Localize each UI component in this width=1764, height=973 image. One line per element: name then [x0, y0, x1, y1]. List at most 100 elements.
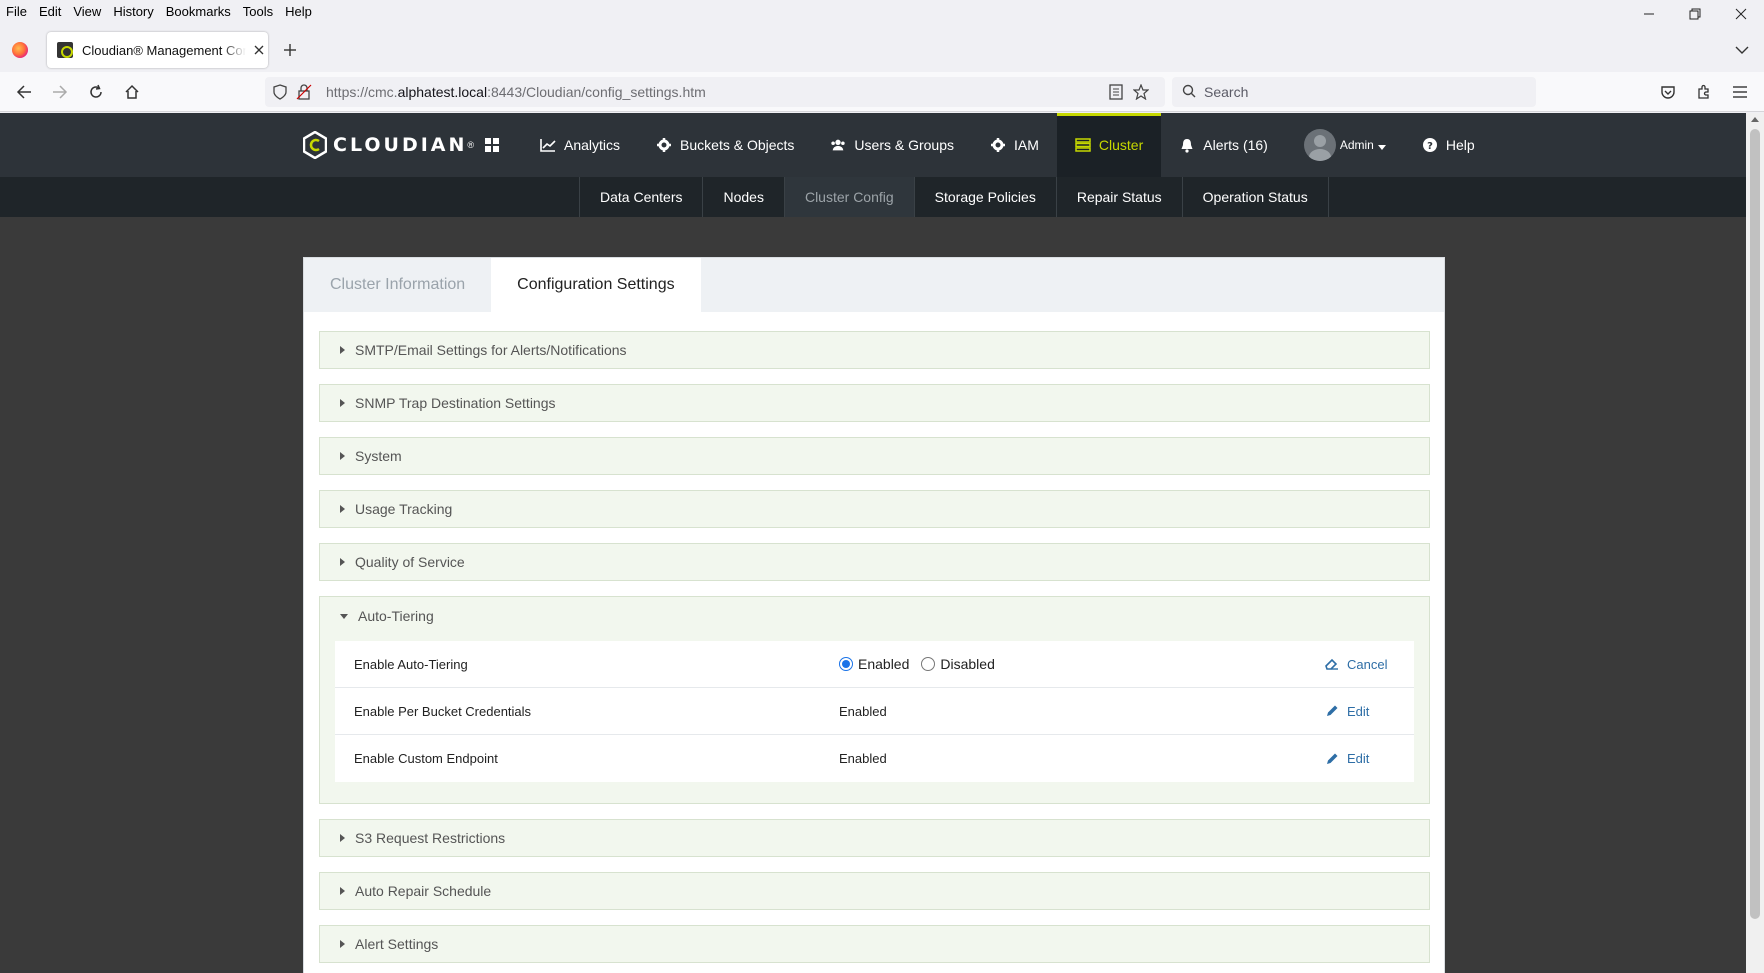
nav-admin-dropdown[interactable]: Admin	[1286, 113, 1404, 177]
tab-close-icon[interactable]	[250, 41, 268, 59]
reader-view-icon[interactable]	[1107, 83, 1125, 101]
radio-disabled-label[interactable]: Disabled	[940, 656, 994, 672]
nav-alerts[interactable]: Alerts (16)	[1161, 113, 1286, 177]
section-usage-tracking[interactable]: Usage Tracking	[319, 490, 1430, 528]
radio-disabled[interactable]	[921, 657, 936, 671]
cloudian-logo[interactable]: CLOUDIAN ®	[302, 129, 474, 161]
nav-admin-label: Admin	[1339, 138, 1374, 152]
nav-cluster[interactable]: Cluster	[1056, 113, 1162, 177]
caret-right-icon	[340, 940, 345, 948]
scrollbar-thumb[interactable]	[1750, 129, 1760, 919]
radio-enabled[interactable]	[839, 657, 853, 671]
subnav-repair-status[interactable]: Repair Status	[1057, 177, 1183, 217]
section-system[interactable]: System	[319, 437, 1430, 475]
gear-icon	[990, 137, 1006, 153]
menu-bookmarks[interactable]: Bookmarks	[160, 4, 237, 19]
setting-value: Enabled	[839, 751, 887, 766]
section-snmp-trap[interactable]: SNMP Trap Destination Settings	[319, 384, 1430, 422]
setting-row-enable-auto-tiering: Enable Auto-Tiering Enabled Disabled Can…	[335, 641, 1414, 688]
caret-right-icon	[340, 834, 345, 842]
firefox-icon[interactable]	[12, 42, 28, 58]
nav-buckets-objects[interactable]: Buckets & Objects	[638, 113, 812, 177]
nav-buckets-label: Buckets & Objects	[680, 137, 795, 153]
subnav-nodes[interactable]: Nodes	[703, 177, 785, 217]
new-tab-icon[interactable]	[280, 40, 300, 60]
bookmark-star-icon[interactable]	[1132, 83, 1150, 101]
nav-analytics-label: Analytics	[564, 137, 621, 153]
nav-users-label: Users & Groups	[854, 137, 955, 153]
section-quality-of-service[interactable]: Quality of Service	[319, 543, 1430, 581]
setting-row-per-bucket-credentials: Enable Per Bucket Credentials Enabled Ed…	[335, 688, 1414, 735]
menu-history[interactable]: History	[107, 4, 159, 19]
server-list-icon	[1075, 137, 1091, 153]
pocket-icon[interactable]	[1656, 80, 1680, 104]
caret-right-icon	[340, 399, 345, 407]
search-icon	[1182, 84, 1196, 101]
forward-icon[interactable]	[48, 80, 72, 104]
hamburger-menu-icon[interactable]	[1728, 80, 1752, 104]
caret-down-icon	[340, 613, 348, 619]
tab-cluster-information[interactable]: Cluster Information	[304, 258, 491, 312]
auto-tiering-radio-group: Enabled Disabled	[839, 656, 1007, 672]
scroll-up-icon[interactable]	[1751, 117, 1759, 122]
extensions-icon[interactable]	[1692, 80, 1716, 104]
section-s3-request-restrictions[interactable]: S3 Request Restrictions	[319, 819, 1430, 857]
nav-users-groups[interactable]: Users & Groups	[812, 113, 972, 177]
menu-view[interactable]: View	[67, 4, 107, 19]
menu-edit[interactable]: Edit	[33, 4, 67, 19]
browser-menubar: File Edit View History Bookmarks Tools H…	[0, 0, 1764, 22]
top-navigation: Analytics Buckets & Objects Users & Grou…	[470, 113, 1493, 177]
section-auto-repair-schedule[interactable]: Auto Repair Schedule	[319, 872, 1430, 910]
edit-label: Edit	[1347, 703, 1370, 719]
edit-button[interactable]: Edit	[1325, 751, 1369, 766]
panel-tabs: Cluster Information Configuration Settin…	[304, 258, 1444, 312]
caret-right-icon	[340, 558, 345, 566]
nav-help-label: Help	[1445, 137, 1475, 153]
nav-help[interactable]: ? Help	[1404, 113, 1493, 177]
dashboard-grid-button[interactable]	[470, 113, 522, 177]
section-alert-settings[interactable]: Alert Settings	[319, 925, 1430, 963]
search-input[interactable]: Search	[1172, 77, 1536, 107]
menu-help[interactable]: Help	[279, 4, 318, 19]
minimize-icon[interactable]	[1626, 0, 1672, 28]
section-auto-tiering-header[interactable]: Auto-Tiering	[320, 597, 1429, 635]
menu-tools[interactable]: Tools	[237, 4, 279, 19]
tab-configuration-settings[interactable]: Configuration Settings	[491, 258, 701, 312]
window-controls	[1626, 0, 1764, 28]
menu-file[interactable]: File	[0, 4, 33, 19]
section-title: Auto Repair Schedule	[355, 883, 492, 899]
back-icon[interactable]	[12, 80, 36, 104]
url-text: https://cmc.alphatest.local:8443/Cloudia…	[326, 84, 706, 100]
subnav-operation-status[interactable]: Operation Status	[1183, 177, 1329, 217]
eraser-icon	[1325, 657, 1339, 671]
subnav-cluster-config[interactable]: Cluster Config	[784, 177, 915, 217]
tracking-shield-icon[interactable]	[271, 83, 289, 101]
url-bar[interactable]: https://cmc.alphatest.local:8443/Cloudia…	[265, 77, 1165, 107]
section-title: Auto-Tiering	[358, 608, 434, 624]
nav-iam[interactable]: IAM	[972, 113, 1057, 177]
setting-label: Enable Auto-Tiering	[354, 656, 468, 672]
radio-enabled-label[interactable]: Enabled	[858, 656, 909, 672]
cancel-button[interactable]: Cancel	[1325, 657, 1387, 672]
tab-title: Cloudian® Management Console	[82, 42, 246, 58]
browser-tab-active[interactable]: Cloudian® Management Console	[47, 32, 268, 68]
edit-button[interactable]: Edit	[1325, 704, 1369, 719]
nav-analytics[interactable]: Analytics	[522, 113, 638, 177]
subnav-data-centers[interactable]: Data Centers	[580, 177, 704, 217]
reload-icon[interactable]	[84, 80, 108, 104]
lock-icon[interactable]	[295, 83, 313, 101]
close-window-icon[interactable]	[1718, 0, 1764, 28]
app-header: CLOUDIAN ® Analytics Buckets & Objects Us…	[0, 113, 1746, 177]
list-all-tabs-icon[interactable]	[1732, 40, 1752, 60]
tab-strip: Cloudian® Management Console	[0, 28, 1764, 72]
browser-navbar: https://cmc.alphatest.local:8443/Cloudia…	[0, 72, 1764, 112]
config-panel: Cluster Information Configuration Settin…	[303, 257, 1445, 973]
bell-icon	[1179, 137, 1195, 153]
section-smtp-email[interactable]: SMTP/Email Settings for Alerts/Notificat…	[319, 331, 1430, 369]
section-title: SMTP/Email Settings for Alerts/Notificat…	[355, 342, 627, 358]
section-title: Usage Tracking	[355, 501, 453, 517]
page-scrollbar[interactable]	[1746, 113, 1764, 973]
home-icon[interactable]	[120, 80, 144, 104]
subnav-storage-policies[interactable]: Storage Policies	[915, 177, 1057, 217]
restore-icon[interactable]	[1672, 0, 1718, 28]
